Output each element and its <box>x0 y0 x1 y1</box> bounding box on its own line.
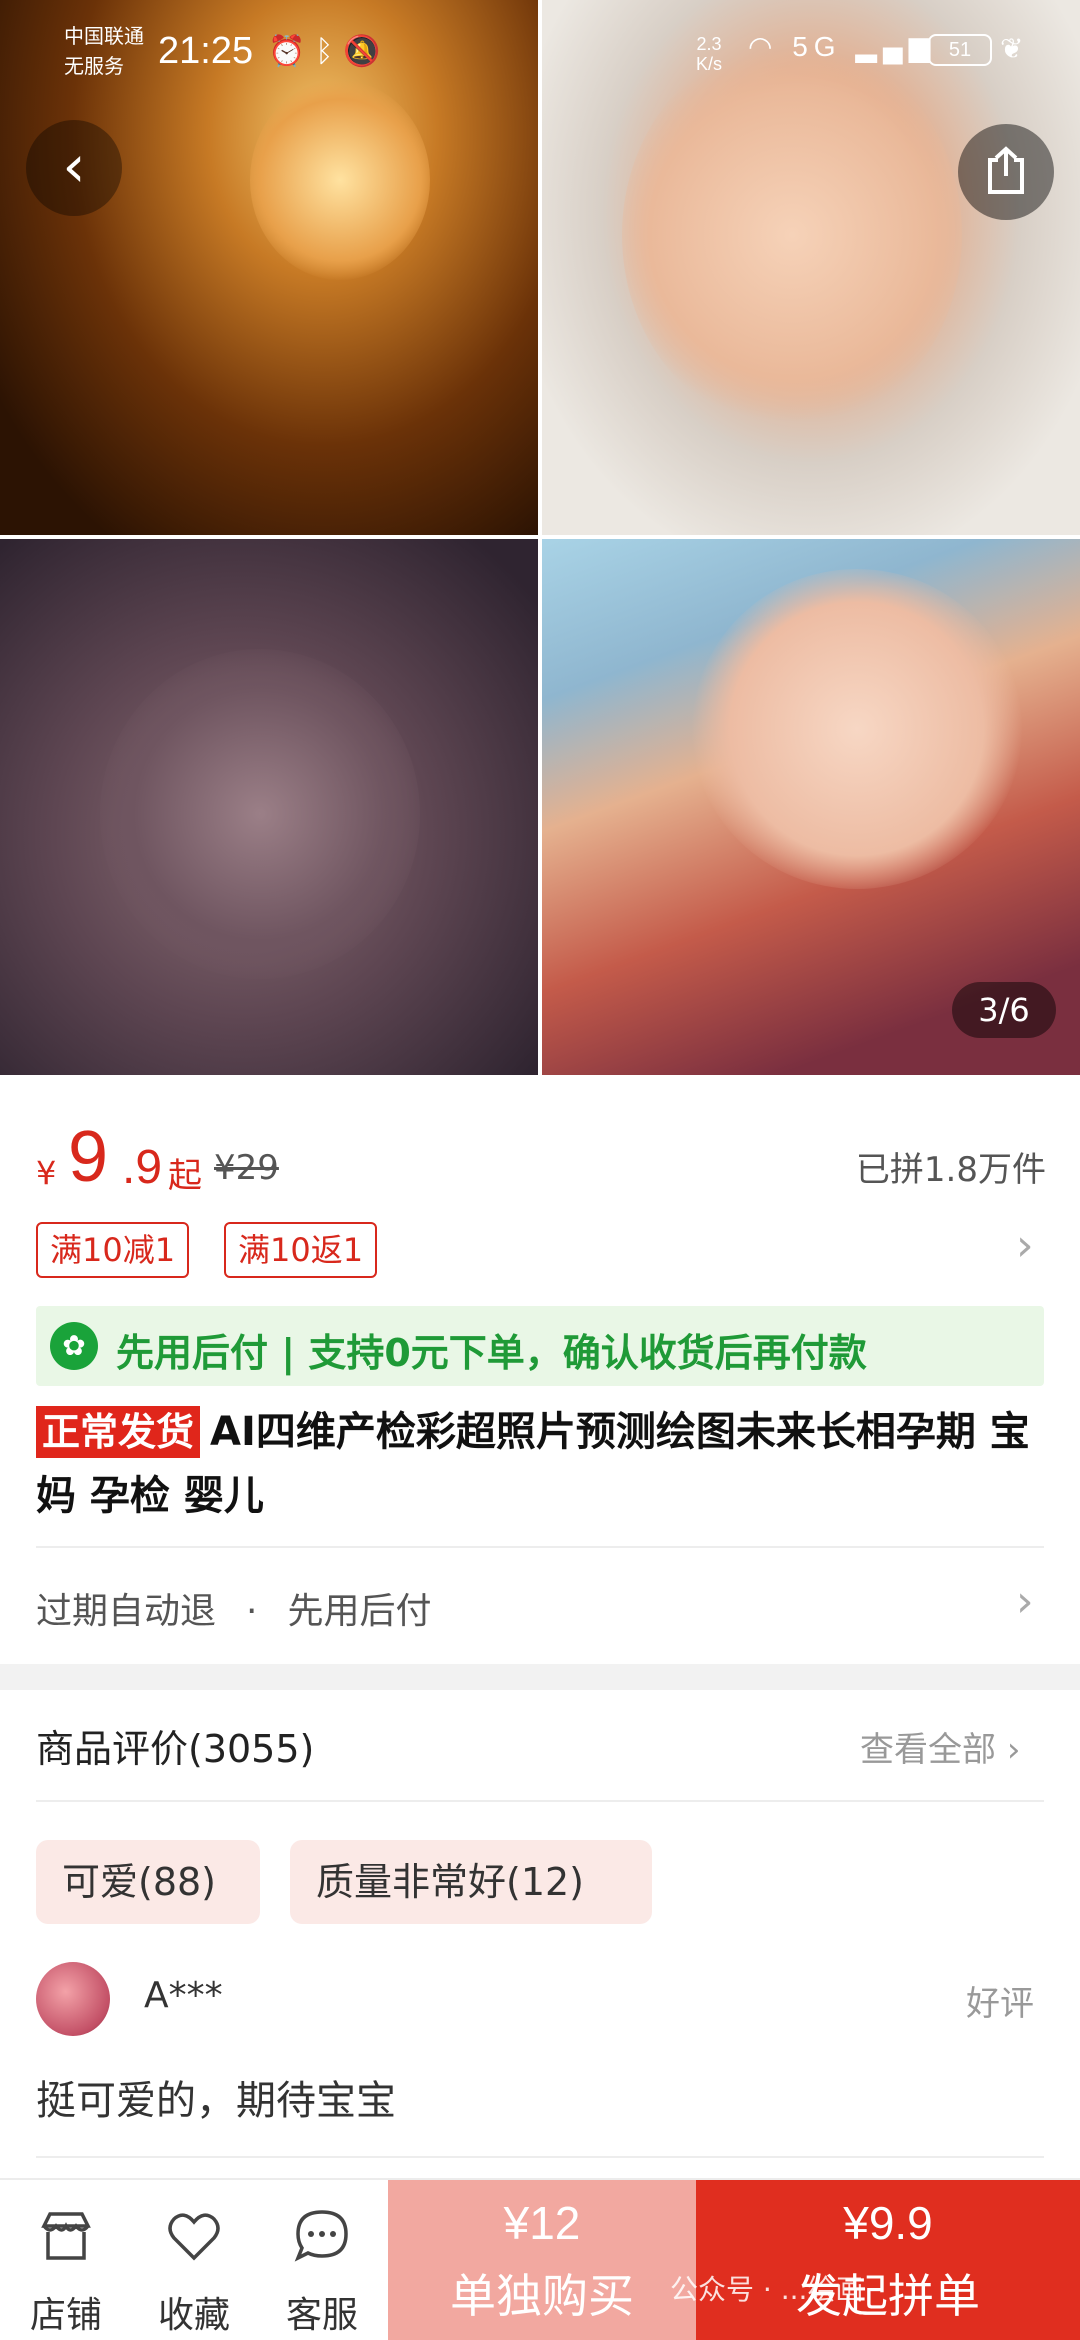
chat-bubble-icon <box>294 2210 348 2262</box>
original-price: ¥29 <box>214 1148 279 1188</box>
divider <box>36 1800 1044 1802</box>
service-row[interactable]: 过期自动退 · 先用后付 <box>36 1582 431 1634</box>
coupon-row[interactable]: 满10减1 满10返1 › <box>36 1220 1046 1278</box>
customer-service-label: 客服 <box>285 2295 358 2336</box>
service-pay-later: 先用后付 <box>287 1591 432 1632</box>
review-rating: 好评 <box>966 1984 1034 2024</box>
price-suffix: 起 <box>168 1156 202 1196</box>
carrier-status: 无服务 <box>64 56 124 78</box>
sold-count: 已拼1.8万件 <box>855 1150 1046 1190</box>
price-currency: ¥ <box>36 1154 57 1192</box>
network-type: 5G <box>792 31 842 62</box>
reviewer-name: A*** <box>144 1975 223 2016</box>
network-speed: 2.3 K/s <box>696 34 723 74</box>
section-gap <box>0 1664 1080 1690</box>
ultrasound-image-2 <box>0 539 538 1075</box>
favorite-label: 收藏 <box>157 2295 230 2336</box>
system-icons: ⏰ᛒ🔕 <box>268 34 391 69</box>
store-button[interactable]: 店铺 <box>6 2180 126 2340</box>
image-page-indicator: 3/6 <box>952 982 1056 1038</box>
bottom-action-bar: 店铺 收藏 客服 ¥12 单独购买 ¥9.9 发起拼单 <box>0 2178 1080 2340</box>
shipping-badge: 正常发货 <box>36 1406 201 1458</box>
chevron-right-icon: › <box>1016 1220 1034 1271</box>
service-separator: · <box>246 1591 258 1632</box>
carrier-info: 中国联通 无服务 <box>64 22 144 82</box>
product-title: 正常发货 AI四维产检彩超照片预测绘图未来长相孕期 宝妈 孕检 婴儿 <box>36 1400 1046 1528</box>
buy-alone-label: 单独购买 <box>450 2269 634 2323</box>
group-buy-button[interactable]: ¥9.9 发起拼单 <box>696 2180 1080 2340</box>
price-row: ¥ 9 .9 起 ¥29 已拼1.8万件 <box>36 1117 1046 1197</box>
signal-icon: ▂▄▆ <box>855 31 937 62</box>
chevron-right-icon: › <box>1006 1730 1021 1770</box>
reviews-header: 商品评价(3055) <box>36 1727 315 1771</box>
chevron-left-icon: ‹ <box>62 132 86 200</box>
pay-later-banner[interactable]: ✿ 先用后付 | 支持0元下单，确认收货后再付款 <box>36 1306 1044 1386</box>
share-button[interactable] <box>958 124 1054 220</box>
pay-later-text: 先用后付 | 支持0元下单，确认收货后再付款 <box>116 1331 867 1375</box>
pay-later-icon: ✿ <box>50 1322 98 1370</box>
battery-icon: 51 <box>928 34 992 66</box>
group-buy-price: ¥9.9 <box>843 2197 933 2249</box>
store-label: 店铺 <box>29 2295 102 2336</box>
buy-alone-button[interactable]: ¥12 单独购买 <box>388 2180 696 2340</box>
price-decimal: .9 <box>122 1141 163 1194</box>
bluetooth-icon: ᛒ <box>315 35 344 68</box>
connectivity-icons: ◠ 5G ▂▄▆ <box>748 30 936 63</box>
divider <box>36 1546 1044 1548</box>
coupon-tag[interactable]: 满10返1 <box>224 1222 378 1278</box>
review-text: 挺可爱的，期待宝宝 <box>36 2078 396 2124</box>
buy-alone-price: ¥12 <box>503 2197 581 2249</box>
store-icon <box>41 2212 91 2260</box>
divider <box>36 2156 1044 2158</box>
watermark: 公众号 · ...绘画 <box>670 2273 864 2306</box>
favorite-button[interactable]: 收藏 <box>134 2180 254 2340</box>
price-integer: 9 <box>68 1117 109 1197</box>
review-tag[interactable]: 质量非常好(12) <box>290 1840 652 1924</box>
view-all-reviews-link[interactable]: 查看全部 › <box>860 1722 1020 1771</box>
back-button[interactable]: ‹ <box>26 120 122 216</box>
product-image-gallery[interactable]: 中国联通 无服务 21:25 ⏰ᛒ🔕 2.3 K/s ◠ 5G ▂▄▆ 51 ❦… <box>0 0 1080 1075</box>
carrier-name: 中国联通 <box>64 26 144 48</box>
wifi-icon: ◠ <box>748 31 779 62</box>
service-auto-refund: 过期自动退 <box>36 1591 217 1632</box>
eco-leaf-icon: ❦ <box>1000 33 1024 64</box>
heart-icon <box>168 2213 220 2261</box>
customer-service-button[interactable]: 客服 <box>262 2180 382 2340</box>
avatar <box>36 1962 110 2036</box>
status-bar: 中国联通 无服务 21:25 ⏰ᛒ🔕 2.3 K/s ◠ 5G ▂▄▆ 51 ❦ <box>0 0 1080 100</box>
alarm-icon: ⏰ <box>268 35 316 68</box>
app-root: 中国联通 无服务 21:25 ⏰ᛒ🔕 2.3 K/s ◠ 5G ▂▄▆ 51 ❦… <box>0 0 1080 2340</box>
coupon-tag[interactable]: 满10减1 <box>36 1222 190 1278</box>
status-time: 21:25 <box>158 30 254 72</box>
share-icon <box>988 146 1024 194</box>
review-tag[interactable]: 可爱(88) <box>36 1840 260 1924</box>
mute-icon: 🔕 <box>343 35 391 68</box>
chevron-right-icon: › <box>1016 1576 1034 1627</box>
